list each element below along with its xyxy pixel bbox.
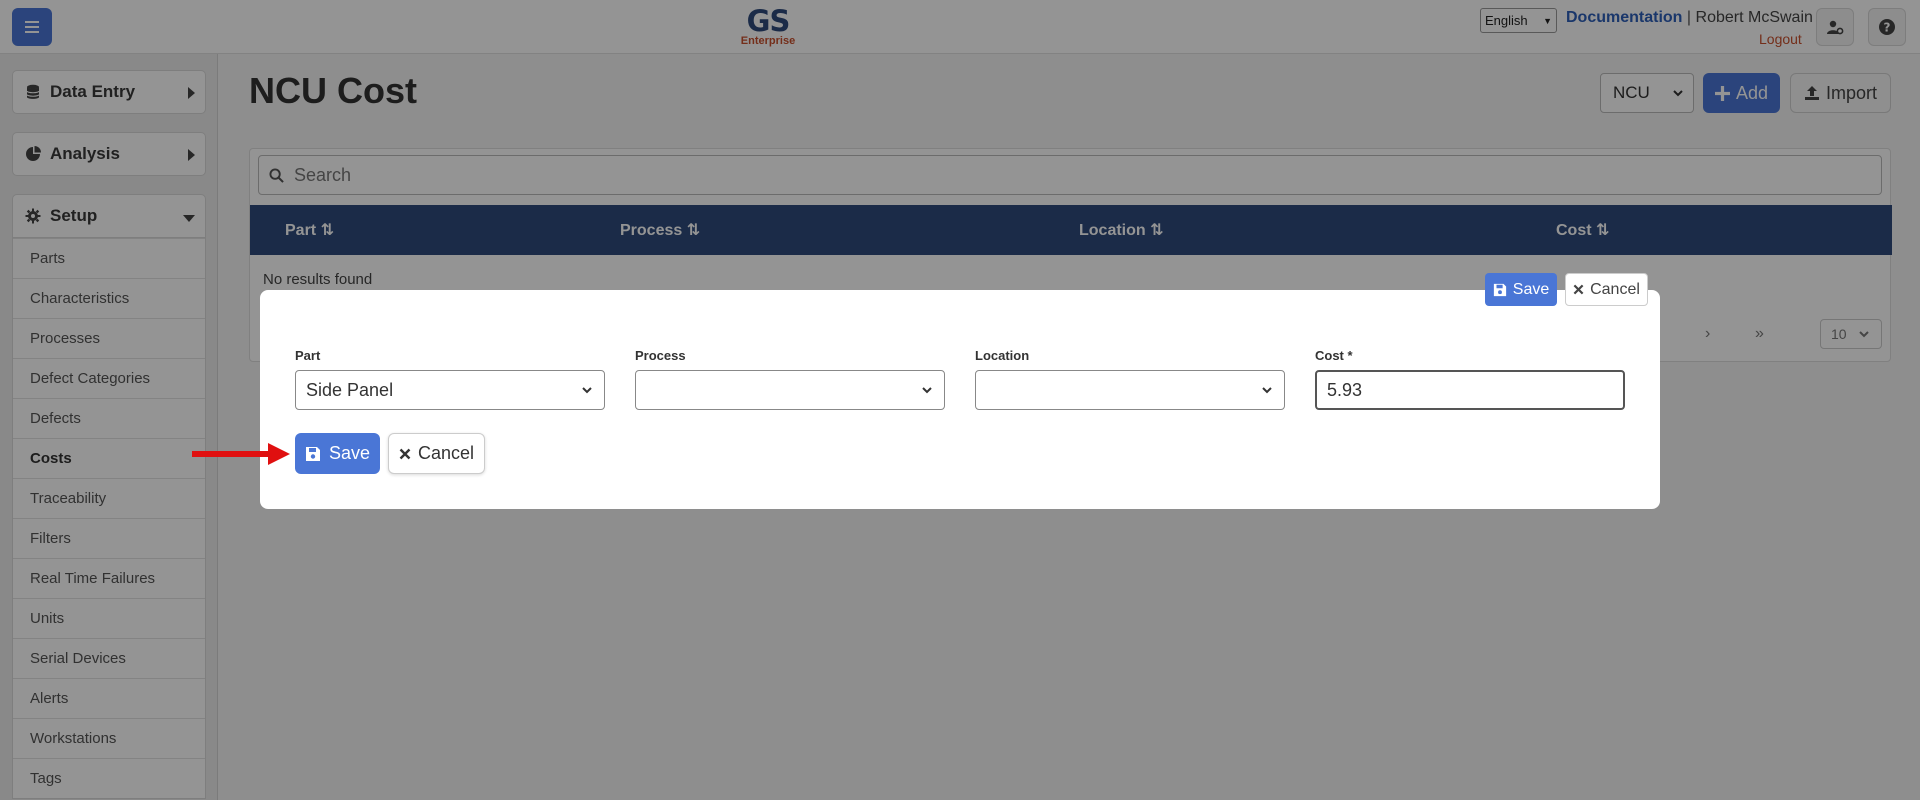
chevron-down-icon — [582, 387, 592, 394]
cancel-button-label: Cancel — [417, 443, 475, 463]
location-select[interactable] — [975, 370, 1285, 410]
cost-field: Cost * 5.93 — [1315, 348, 1625, 410]
close-icon — [1573, 284, 1584, 295]
save-button-label: Save — [328, 443, 371, 463]
inline-save-label: Save — [1512, 280, 1550, 298]
close-icon — [399, 448, 411, 459]
cost-input[interactable]: 5.93 — [1315, 370, 1625, 410]
cancel-button[interactable]: Cancel — [388, 433, 485, 474]
location-label: Location — [975, 348, 1030, 363]
inline-edit-actions: Save Cancel — [1485, 273, 1648, 306]
floppy-disk-icon — [1493, 283, 1506, 296]
floppy-disk-icon — [305, 446, 320, 461]
location-field: Location — [975, 348, 1285, 410]
part-value: Side Panel — [306, 379, 394, 400]
chevron-down-icon — [922, 387, 932, 394]
inline-cancel-label: Cancel — [1590, 280, 1640, 298]
save-button[interactable]: Save — [295, 433, 380, 474]
chevron-down-icon — [1262, 387, 1272, 394]
part-field: Part Side Panel — [295, 348, 605, 410]
inline-cancel-button[interactable]: Cancel — [1565, 273, 1648, 306]
part-select[interactable]: Side Panel — [295, 370, 605, 410]
edit-cost-modal: Part Side Panel Process Location Cost * … — [260, 290, 1660, 509]
process-field: Process — [635, 348, 945, 410]
inline-save-button[interactable]: Save — [1485, 273, 1557, 306]
process-select[interactable] — [635, 370, 945, 410]
part-label: Part — [295, 348, 321, 363]
cost-label: Cost * — [1315, 348, 1353, 363]
cost-value: 5.93 — [1327, 379, 1363, 400]
red-arrow-annotation — [192, 443, 290, 465]
process-label: Process — [635, 348, 686, 363]
